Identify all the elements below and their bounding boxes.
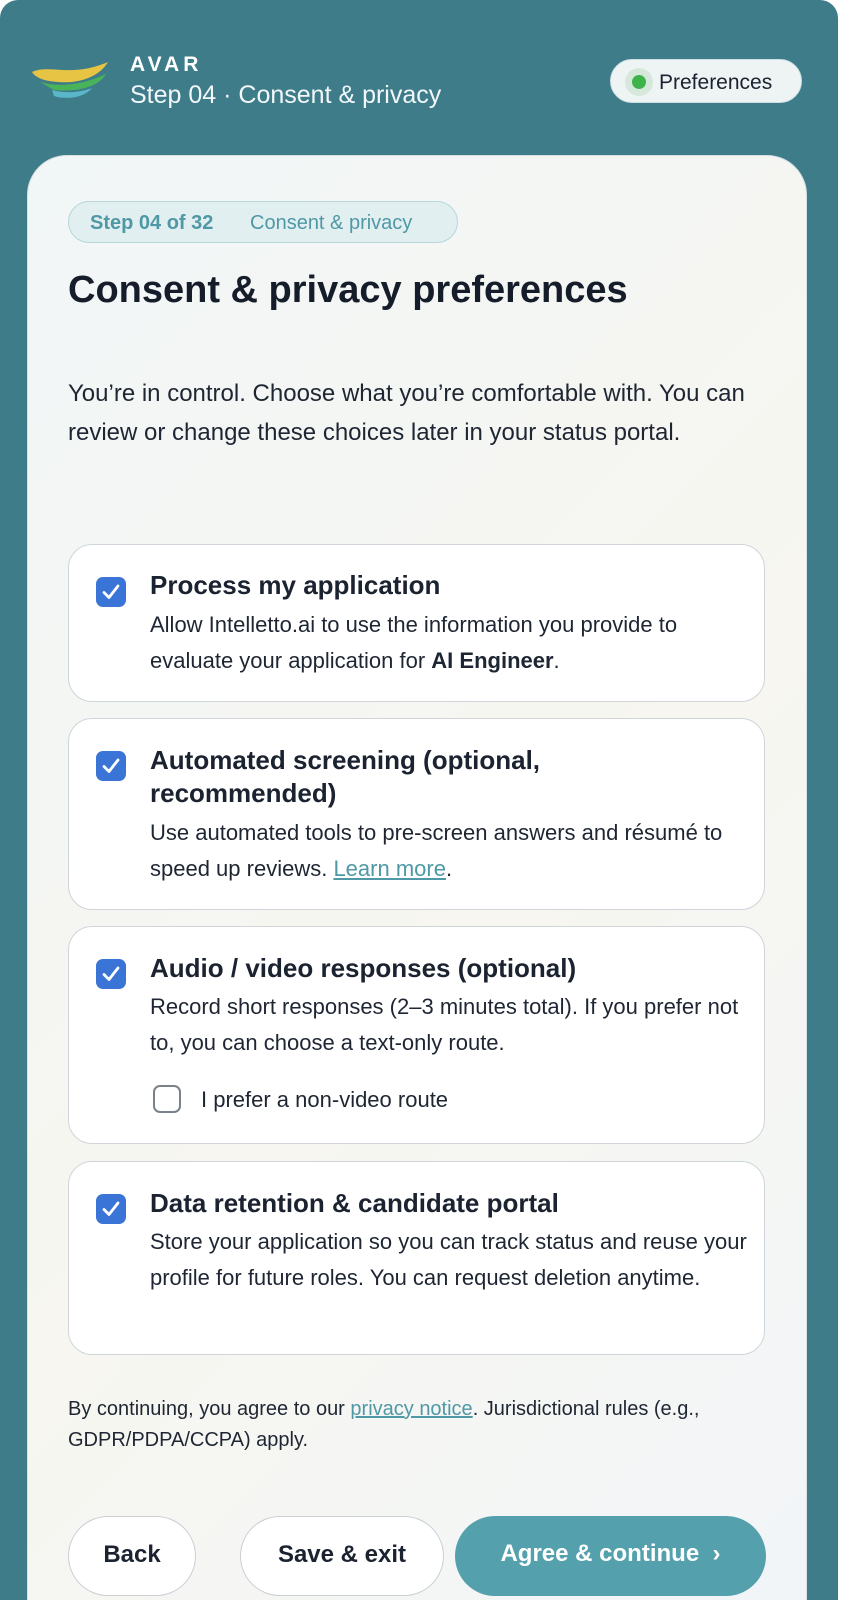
- option-automated-screening[interactable]: Automated screening (optional, recommend…: [68, 718, 765, 910]
- option-data-retention[interactable]: Data retention & candidate portal Store …: [68, 1161, 765, 1355]
- legal-notice: By continuing, you agree to our privacy …: [68, 1398, 700, 1451]
- step-section: Consent & privacy: [250, 212, 413, 234]
- option-title: Automated screening (optional, recommend…: [150, 745, 541, 808]
- option-audio-video[interactable]: Audio / video responses (optional) Recor…: [68, 926, 765, 1144]
- chevron-right-icon: ›: [712, 1540, 721, 1567]
- checkmark-icon: [102, 758, 120, 773]
- checkmark-icon: [102, 1201, 120, 1216]
- avar-logo: [32, 62, 108, 98]
- intro-text: You’re in control. Choose what you’re co…: [68, 380, 745, 446]
- non-video-route-label[interactable]: I prefer a non-video route: [201, 1087, 448, 1113]
- automated-screening-checkbox[interactable]: [96, 751, 126, 781]
- back-button[interactable]: Back: [68, 1516, 196, 1596]
- option-description: Record short responses (2–3 minutes tota…: [150, 994, 739, 1055]
- learn-more-link[interactable]: Learn more: [333, 856, 446, 881]
- option-description: Store your application so you can track …: [150, 1229, 747, 1290]
- status-dot-icon: [625, 68, 653, 96]
- data-retention-checkbox[interactable]: [96, 1194, 126, 1224]
- option-title: Audio / video responses (optional): [150, 953, 577, 983]
- preferences-label: Preferences: [659, 71, 773, 94]
- checkmark-icon: [102, 584, 120, 599]
- role-name: AI Engineer: [431, 647, 554, 673]
- non-video-route-checkbox[interactable]: [153, 1085, 181, 1113]
- privacy-notice-link[interactable]: privacy notice: [350, 1398, 472, 1420]
- step-count: Step 04 of 32: [90, 212, 214, 234]
- consent-card: Step 04 of 32 Consent & privacy Consent …: [27, 155, 807, 1600]
- page-title: Consent & privacy preferences: [68, 269, 628, 311]
- agree-continue-button[interactable]: Agree & continue ›: [455, 1516, 766, 1596]
- step-progress-chip: Step 04 of 32 Consent & privacy: [68, 201, 458, 243]
- preferences-button[interactable]: Preferences: [610, 59, 802, 103]
- option-description: Allow Intelletto.ai to use the informati…: [150, 612, 678, 673]
- option-process-application[interactable]: Process my application Allow Intelletto.…: [68, 544, 765, 702]
- save-exit-button[interactable]: Save & exit: [240, 1516, 444, 1596]
- header-step-subtitle: Step 04 · Consent & privacy: [130, 81, 442, 109]
- option-title: Data retention & candidate portal: [150, 1188, 559, 1218]
- option-description: Use automated tools to pre-screen answer…: [150, 820, 723, 881]
- process-application-checkbox[interactable]: [96, 577, 126, 607]
- audio-video-checkbox[interactable]: [96, 959, 126, 989]
- brand-name: AVAR: [130, 53, 203, 76]
- checkmark-icon: [102, 966, 120, 981]
- agree-continue-label: Agree & continue: [500, 1540, 700, 1567]
- option-title: Process my application: [150, 570, 441, 600]
- app-frame: AVAR Step 04 · Consent & privacy Prefere…: [0, 0, 838, 1600]
